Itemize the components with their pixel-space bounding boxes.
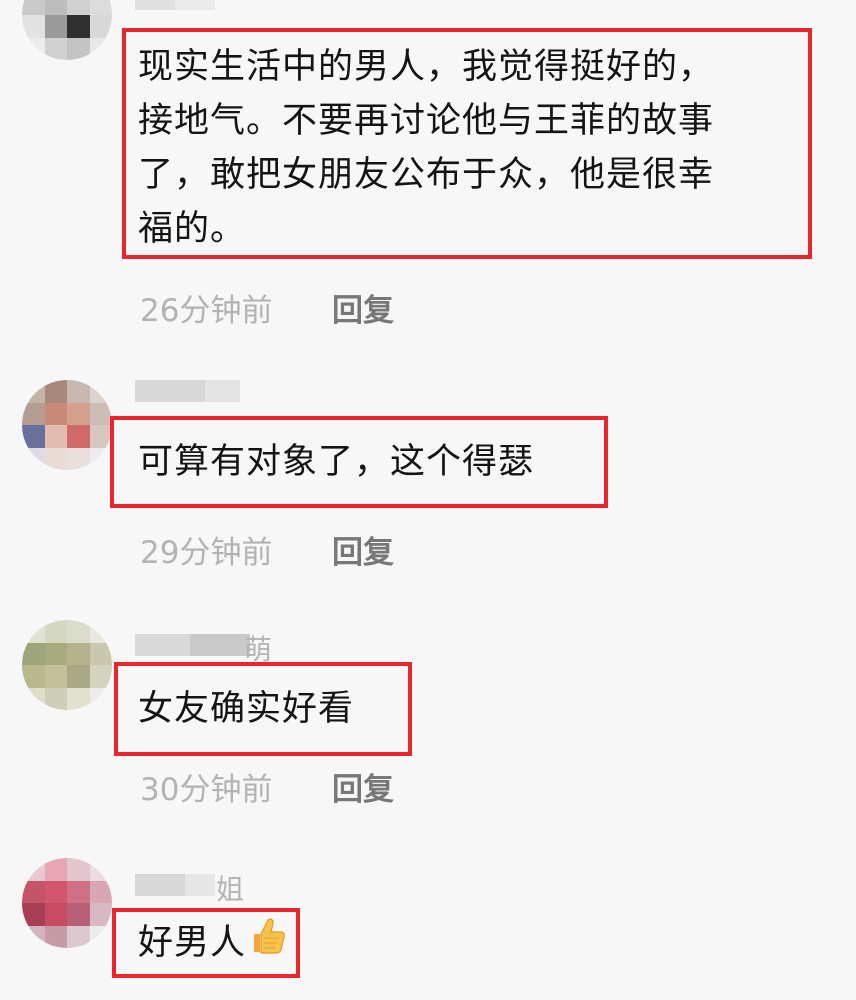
- comment-text-line: 现实生活中的男人，我觉得挺好的，: [138, 47, 715, 87]
- avatar[interactable]: [22, 380, 112, 470]
- reply-button[interactable]: 回复: [332, 285, 394, 330]
- comment-text-content: 好男人: [138, 923, 247, 963]
- avatar[interactable]: [22, 858, 112, 948]
- comment-text: 可算有对象了，这个得瑟: [138, 442, 535, 482]
- reply-button[interactable]: 回复: [332, 764, 394, 809]
- avatar[interactable]: [22, 0, 112, 60]
- comment-time: 29分钟前: [140, 535, 273, 571]
- comment-item: 现实生活中的男人，我觉得挺好的， 接地气。不要再讨论他与王菲的故事 了，敢把女朋…: [0, 0, 856, 340]
- comment-item: 萌 女友确实好看 30分钟前 回复: [0, 608, 856, 828]
- username-suffix: 姐: [216, 873, 245, 906]
- comment-text-line: 福的。: [138, 209, 247, 249]
- comment-time: 26分钟前: [140, 293, 273, 329]
- comment-item: 姐 好男人: [0, 848, 856, 1000]
- comment-text: 好男人: [138, 916, 286, 972]
- username[interactable]: [135, 378, 255, 404]
- username[interactable]: [135, 632, 255, 658]
- comment-text: 女友确实好看: [138, 689, 355, 729]
- thumbs-up-icon: [250, 916, 286, 972]
- comment-item: 可算有对象了，这个得瑟 29分钟前 回复: [0, 370, 856, 590]
- comment-time: 30分钟前: [140, 772, 273, 808]
- username[interactable]: [135, 0, 255, 12]
- avatar[interactable]: [22, 620, 112, 710]
- comment-text-line: 了，敢把女朋友公布于众，他是很幸: [138, 155, 715, 195]
- comment-text: 现实生活中的男人，我觉得挺好的， 接地气。不要再讨论他与王菲的故事 了，敢把女朋…: [138, 40, 714, 256]
- reply-button[interactable]: 回复: [332, 527, 394, 572]
- comment-text-line: 接地气。不要再讨论他与王菲的故事: [138, 101, 715, 141]
